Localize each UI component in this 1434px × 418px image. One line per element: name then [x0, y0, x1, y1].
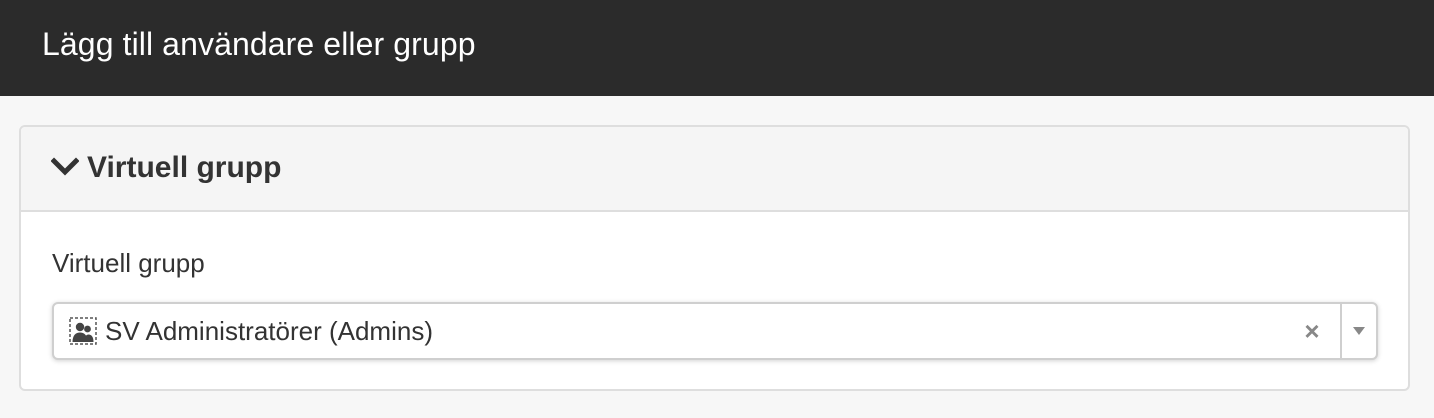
virtual-group-select[interactable]: SV Administratörer (Admins) ×	[52, 302, 1378, 360]
selected-value[interactable]: SV Administratörer (Admins)	[54, 304, 1284, 358]
panel-body: Virtuell grupp SV Administratörer (Admin…	[21, 212, 1408, 360]
panel-heading-toggle[interactable]: Virtuell grupp	[21, 127, 1408, 212]
chevron-down-icon	[50, 156, 80, 177]
selected-value-text: SV Administratörer (Admins)	[105, 315, 433, 346]
virtual-group-panel: Virtuell grupp Virtuell grupp SV Adminis…	[19, 125, 1410, 391]
panel-title: Virtuell grupp	[87, 150, 282, 184]
virtual-group-label: Virtuell grupp	[52, 248, 205, 278]
dropdown-arrow-icon[interactable]	[1342, 304, 1376, 358]
clear-icon[interactable]: ×	[1284, 304, 1340, 358]
dialog-title: Lägg till användare eller grupp	[42, 25, 476, 62]
dialog-header: Lägg till användare eller grupp	[0, 0, 1434, 96]
virtual-group-icon	[69, 317, 97, 345]
